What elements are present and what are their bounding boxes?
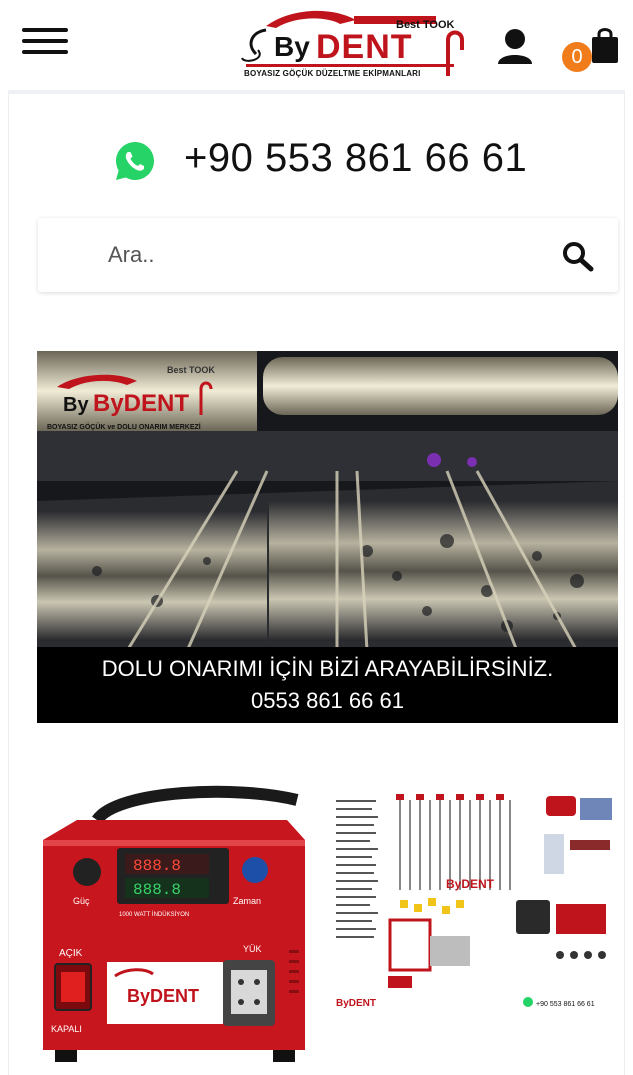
- svg-text:ByDENT: ByDENT: [336, 998, 376, 1009]
- product-card-induction-heater[interactable]: 888.8 888.8 Güç Zaman 1000 WATT İNDÜKSİY…: [37, 780, 327, 1075]
- site-header: By DENT Best TOOK BOYASIZ GÖÇÜK DÜZELTME…: [0, 0, 633, 90]
- search-icon[interactable]: [558, 238, 598, 274]
- svg-text:ByDENT: ByDENT: [127, 986, 199, 1006]
- svg-text:Güç: Güç: [73, 896, 90, 906]
- logo-tagline: BOYASIZ GÖÇÜK DÜZELTME EKİPMANLARI: [244, 69, 421, 78]
- banner-caption-title: DOLU ONARIMI İÇİN BİZİ ARAYABİLİRSİNİZ.: [101, 656, 554, 681]
- banner-caption-phone: 0553 861 66 61: [251, 688, 404, 713]
- cart-count-badge: 0: [562, 42, 592, 72]
- content-frame-left: [8, 94, 9, 1075]
- svg-text:By: By: [63, 394, 89, 416]
- svg-text:888.8: 888.8: [133, 857, 181, 875]
- svg-text:AÇIK: AÇIK: [59, 948, 83, 959]
- hamburger-menu-icon[interactable]: [22, 28, 68, 58]
- svg-text:KAPALI: KAPALI: [51, 1024, 82, 1034]
- svg-text:DENT: DENT: [316, 28, 413, 66]
- header-divider: [8, 90, 625, 94]
- phone-number-link[interactable]: +90 553 861 66 61: [184, 136, 527, 181]
- svg-text:BOYASIZ GÖÇÜK ve DOLU ONARIM M: BOYASIZ GÖÇÜK ve DOLU ONARIM MERKEZİ: [47, 422, 201, 431]
- svg-text:+90 553 861 66 61: +90 553 861 66 61: [536, 1001, 595, 1008]
- svg-text:ByDENT: ByDENT: [93, 390, 189, 417]
- svg-text:Best TOOK: Best TOOK: [396, 19, 455, 31]
- search-input[interactable]: [108, 218, 538, 292]
- product-card-pdr-tool-set[interactable]: ByDENT ByDENT +90 553 861 66 61: [330, 780, 618, 1020]
- svg-text:Best TOOK: Best TOOK: [167, 365, 215, 375]
- shopping-bag-icon: [592, 28, 618, 63]
- svg-text:YÜK: YÜK: [243, 944, 262, 954]
- svg-text:888.8: 888.8: [133, 881, 181, 899]
- pdr-tool-set-image: ByDENT ByDENT +90 553 861 66 61: [330, 780, 618, 1020]
- svg-text:ByDENT: ByDENT: [446, 877, 495, 891]
- svg-text:Zaman: Zaman: [233, 896, 261, 906]
- cart-button[interactable]: 0: [560, 22, 620, 74]
- induction-heater-image: 888.8 888.8 Güç Zaman 1000 WATT İNDÜKSİY…: [43, 785, 305, 1062]
- svg-text:1000 WATT İNDÜKSİYON: 1000 WATT İNDÜKSİYON: [119, 911, 189, 918]
- content-frame-right: [624, 94, 625, 1075]
- whatsapp-icon[interactable]: [113, 139, 157, 183]
- contact-row: +90 553 861 66 61: [0, 128, 633, 192]
- search-bar: [38, 218, 618, 292]
- user-icon[interactable]: [496, 28, 534, 64]
- svg-text:By: By: [274, 31, 310, 62]
